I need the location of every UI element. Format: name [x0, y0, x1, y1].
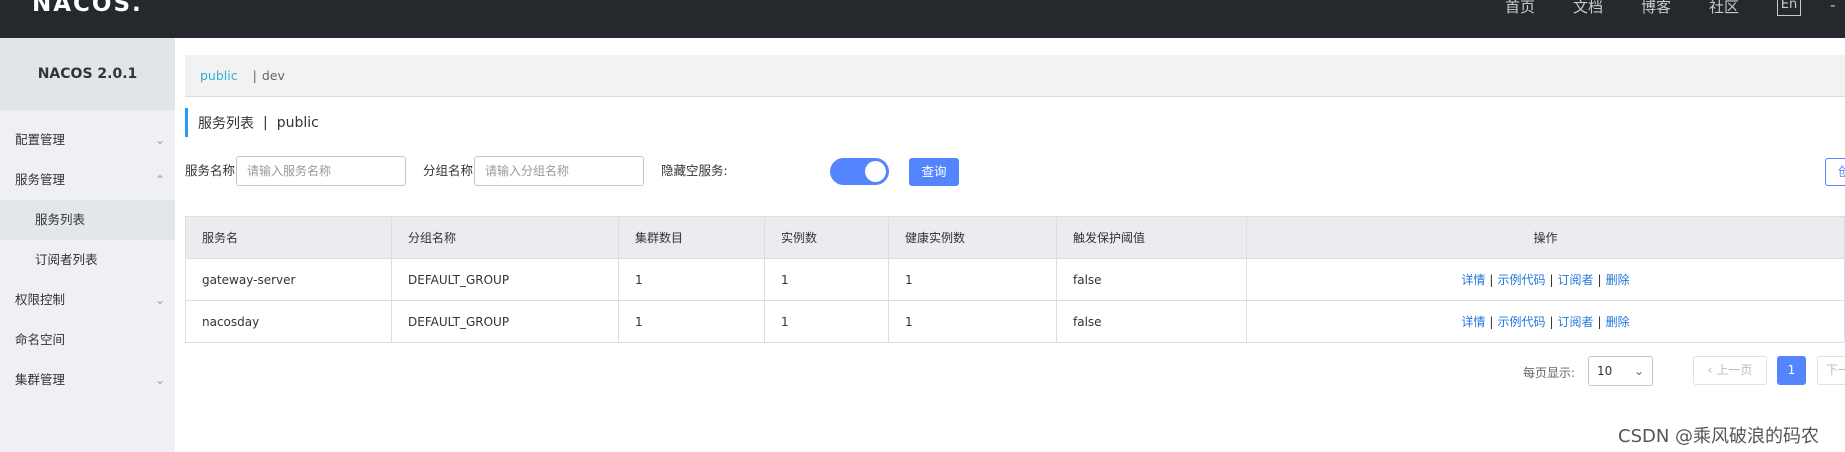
- nav-community[interactable]: 社区: [1709, 0, 1739, 17]
- op-separator: |: [1549, 273, 1554, 287]
- cell-protect-threshold: false: [1056, 258, 1247, 301]
- sidebar-item-label: 服务管理: [15, 172, 66, 187]
- page-number-button[interactable]: 1: [1777, 356, 1806, 385]
- group-name-input[interactable]: 请输入分组名称: [474, 156, 644, 186]
- chevron-left-icon: ‹: [1707, 363, 1713, 377]
- namespace-public-link[interactable]: public: [200, 68, 238, 83]
- delete-link[interactable]: 删除: [1606, 273, 1630, 287]
- cell-group-name: DEFAULT_GROUP: [391, 258, 619, 301]
- page-title-separator: |: [263, 114, 268, 131]
- chevron-down-icon: ⌄: [1633, 364, 1644, 378]
- cell-protect-threshold: false: [1056, 300, 1247, 343]
- group-name-label: 分组名称: [423, 163, 474, 178]
- chevron-down-icon: ⌄: [154, 373, 165, 387]
- sidebar-item-auth-control[interactable]: 权限控制 ⌄: [0, 280, 175, 320]
- csdn-watermark: CSDN @乘风破浪的码农: [1618, 426, 1820, 447]
- service-table: 服务名 分组名称 集群数目 实例数 健康实例数 触发保护阈值 操作 gatewa…: [185, 216, 1845, 343]
- create-service-button[interactable]: 创建: [1825, 158, 1845, 186]
- cell-healthy-count: 1: [888, 300, 1057, 343]
- filter-bar: 服务名称 请输入服务名称 分组名称 请输入分组名称 隐藏空服务: 查询 创建: [185, 156, 1845, 186]
- table-header-row: 服务名 分组名称 集群数目 实例数 健康实例数 触发保护阈值 操作: [185, 216, 1845, 259]
- sidebar-item-service-list[interactable]: 服务列表: [0, 200, 175, 240]
- pagination: 每页显示: 10 ⌄ ‹ 上一页 1 下一页: [175, 356, 1845, 386]
- sidebar-brand: NACOS 2.0.1: [0, 38, 175, 110]
- sidebar-item-label: 订阅者列表: [35, 252, 98, 267]
- detail-link[interactable]: 详情: [1461, 315, 1485, 329]
- chevron-up-icon: ⌃: [154, 173, 165, 187]
- table-row: nacosday DEFAULT_GROUP 1 1 1 false 详情 | 示例…: [185, 300, 1845, 343]
- sidebar-menu: 配置管理 ⌄ 服务管理 ⌃ 服务列表 订阅者列表 权限控制 ⌄ 命名空间 集群管…: [0, 110, 175, 400]
- subscriber-link[interactable]: 订阅者: [1558, 273, 1594, 287]
- cell-instance-count: 1: [764, 258, 889, 301]
- nav-more[interactable]: -: [1830, 0, 1835, 14]
- subscriber-link[interactable]: 订阅者: [1558, 315, 1594, 329]
- toggle-knob: [865, 161, 886, 182]
- cell-service-name: gateway-server: [185, 258, 392, 301]
- chevron-down-icon: ⌄: [154, 133, 165, 147]
- sidebar-item-label: 配置管理: [15, 132, 66, 147]
- service-name-label: 服务名称: [185, 163, 236, 178]
- delete-link[interactable]: 删除: [1606, 315, 1630, 329]
- sample-code-link[interactable]: 示例代码: [1497, 273, 1545, 287]
- nav-docs[interactable]: 文档: [1573, 0, 1603, 17]
- page-size-label: 每页显示:: [1523, 366, 1576, 380]
- column-header: 服务名: [185, 216, 392, 259]
- cell-cluster-count: 1: [618, 258, 765, 301]
- sidebar-item-label: 权限控制: [15, 292, 66, 307]
- column-header: 操作: [1246, 216, 1845, 259]
- column-header: 健康实例数: [888, 216, 1057, 259]
- nav-home[interactable]: 首页: [1505, 0, 1535, 17]
- op-separator: |: [1489, 315, 1494, 329]
- detail-link[interactable]: 详情: [1461, 273, 1485, 287]
- table-row: gateway-server DEFAULT_GROUP 1 1 1 false…: [185, 258, 1845, 301]
- column-header: 集群数目: [618, 216, 765, 259]
- column-header: 触发保护阈值: [1056, 216, 1247, 259]
- cell-service-name: nacosday: [185, 300, 392, 343]
- nacos-logo[interactable]: NACOS.: [32, 0, 143, 17]
- next-page-button[interactable]: 下一页: [1817, 356, 1845, 385]
- language-toggle-button[interactable]: En: [1777, 0, 1801, 16]
- hide-empty-services-toggle[interactable]: [830, 158, 889, 185]
- cell-cluster-count: 1: [618, 300, 765, 343]
- cell-group-name: DEFAULT_GROUP: [391, 300, 619, 343]
- page-size-select[interactable]: 10 ⌄: [1588, 356, 1653, 386]
- prev-page-button[interactable]: ‹ 上一页: [1693, 356, 1767, 385]
- page-size-value: 10: [1597, 364, 1613, 378]
- cell-operations: 详情 | 示例代码 | 订阅者 | 删除: [1246, 258, 1845, 301]
- cell-operations: 详情 | 示例代码 | 订阅者 | 删除: [1246, 300, 1845, 343]
- nav-blog[interactable]: 博客: [1641, 0, 1671, 17]
- namespace-dev-link[interactable]: dev: [262, 68, 285, 83]
- op-separator: |: [1489, 273, 1494, 287]
- namespace-bar: public | dev: [185, 55, 1845, 97]
- top-navbar: NACOS. 首页 文档 博客 社区 En -: [0, 0, 1845, 38]
- op-separator: |: [1549, 315, 1554, 329]
- hide-empty-services-label: 隐藏空服务:: [661, 163, 728, 178]
- sidebar-item-subscriber-list[interactable]: 订阅者列表: [0, 240, 175, 280]
- query-button[interactable]: 查询: [909, 158, 959, 186]
- page-title: 服务列表 | public: [185, 108, 319, 137]
- column-header: 实例数: [764, 216, 889, 259]
- prev-page-label: 上一页: [1716, 363, 1753, 377]
- op-separator: |: [1597, 273, 1602, 287]
- sidebar-item-label: 服务列表: [35, 212, 86, 227]
- page-title-namespace: public: [276, 114, 319, 131]
- namespace-separator: |: [252, 68, 257, 83]
- service-name-input[interactable]: 请输入服务名称: [236, 156, 406, 186]
- cell-healthy-count: 1: [888, 258, 1057, 301]
- page-title-main: 服务列表: [198, 115, 254, 132]
- sidebar-item-label: 集群管理: [15, 372, 66, 387]
- cell-instance-count: 1: [764, 300, 889, 343]
- sidebar-item-label: 命名空间: [15, 332, 66, 347]
- sidebar-item-service-management[interactable]: 服务管理 ⌃: [0, 160, 175, 200]
- sidebar-item-config-management[interactable]: 配置管理 ⌄: [0, 120, 175, 160]
- op-separator: |: [1597, 315, 1602, 329]
- chevron-down-icon: ⌄: [154, 293, 165, 307]
- sidebar-item-cluster-management[interactable]: 集群管理 ⌄: [0, 360, 175, 400]
- sidebar-item-namespace[interactable]: 命名空间: [0, 320, 175, 360]
- sidebar: NACOS 2.0.1 配置管理 ⌄ 服务管理 ⌃ 服务列表 订阅者列表 权限控…: [0, 38, 175, 452]
- sample-code-link[interactable]: 示例代码: [1497, 315, 1545, 329]
- column-header: 分组名称: [391, 216, 619, 259]
- main-content: public | dev 服务列表 | public 服务名称 请输入服务名称 …: [175, 38, 1845, 452]
